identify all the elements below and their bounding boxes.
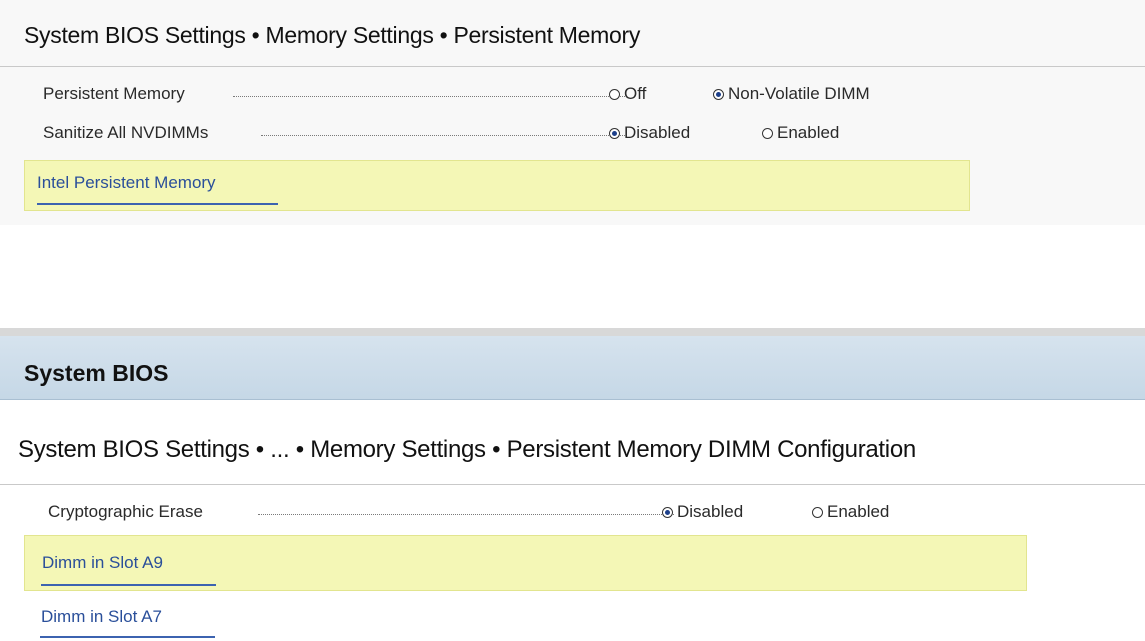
radio-option-label: Off [624, 84, 647, 103]
radio-option-enabled[interactable]: Enabled [812, 502, 889, 522]
divider [0, 484, 1145, 485]
intel-persistent-memory-link[interactable]: Intel Persistent Memory [37, 173, 216, 193]
divider [0, 66, 1145, 67]
setting-row-cryptographic-erase: Cryptographic Erase Disabled Enabled [48, 499, 948, 525]
radio-option-label: Non-Volatile DIMM [728, 84, 870, 103]
radio-unselected-icon [762, 127, 773, 139]
dotted-leader [261, 135, 625, 136]
title-bar: System BIOS [0, 328, 1145, 400]
radio-selected-icon [713, 88, 724, 100]
window-title: System BIOS [24, 360, 169, 386]
radio-unselected-icon [812, 506, 823, 518]
radio-option-label: Enabled [777, 123, 840, 142]
highlighted-menu-item[interactable]: Intel Persistent Memory [24, 160, 970, 211]
highlighted-menu-item[interactable]: Dimm in Slot A9 [24, 535, 1027, 591]
radio-option-off[interactable]: Off [609, 84, 646, 104]
link-underline [37, 203, 278, 205]
dotted-leader [258, 514, 674, 515]
breadcrumb: System BIOS Settings • ... • Memory Sett… [18, 436, 916, 463]
radio-option-enabled[interactable]: Enabled [762, 123, 839, 143]
dimm-slot-a9-link[interactable]: Dimm in Slot A9 [42, 553, 163, 573]
radio-option-label: Enabled [827, 502, 890, 521]
divider [0, 399, 1145, 400]
link-underline [40, 636, 215, 638]
dimm-slot-a7-link[interactable]: Dimm in Slot A7 [41, 607, 162, 627]
link-underline [41, 584, 216, 586]
radio-option-disabled[interactable]: Disabled [662, 502, 743, 522]
radio-selected-icon [662, 506, 673, 518]
radio-selected-icon [609, 127, 620, 139]
setting-row-sanitize-all-nvdimms: Sanitize All NVDIMMs Disabled Enabled [43, 120, 943, 146]
setting-label: Sanitize All NVDIMMs [43, 123, 209, 142]
radio-option-label: Disabled [624, 123, 691, 142]
breadcrumb: System BIOS Settings • Memory Settings •… [24, 22, 641, 48]
radio-option-disabled[interactable]: Disabled [609, 123, 690, 143]
setting-label: Cryptographic Erase [48, 502, 203, 521]
setting-label: Persistent Memory [43, 84, 185, 103]
radio-unselected-icon [609, 88, 620, 100]
dimm-configuration-panel: System BIOS System BIOS Settings • ... •… [0, 328, 1145, 641]
persistent-memory-panel: System BIOS Settings • Memory Settings •… [0, 0, 1145, 225]
radio-option-non-volatile-dimm[interactable]: Non-Volatile DIMM [713, 84, 870, 104]
setting-row-persistent-memory: Persistent Memory Off Non-Volatile DIMM [43, 81, 943, 107]
radio-option-label: Disabled [677, 502, 744, 521]
dotted-leader [233, 96, 625, 97]
